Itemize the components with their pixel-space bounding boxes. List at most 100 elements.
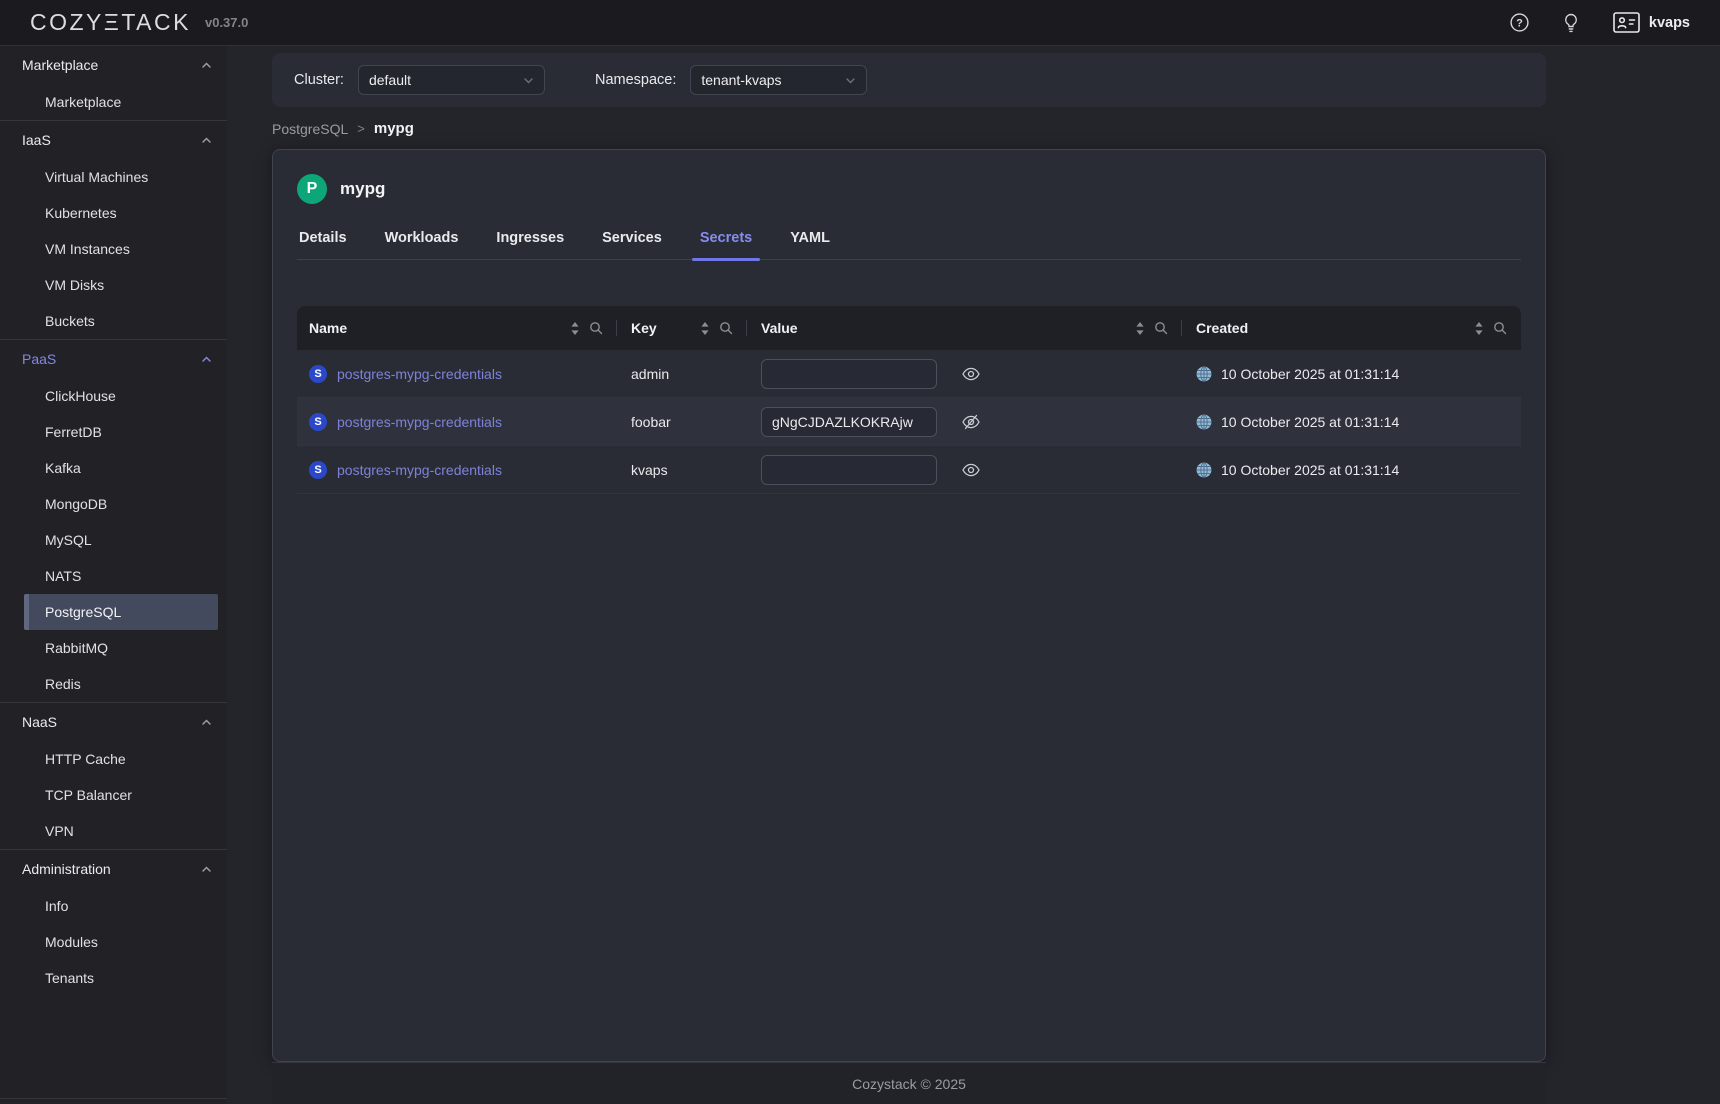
sidebar-section-iaas: IaaS Virtual Machines Kubernetes VM Inst… <box>0 120 227 339</box>
secret-badge-icon: S <box>309 461 327 479</box>
namespace-select[interactable]: tenant-kvaps <box>690 65 867 95</box>
sidebar-item-label: Tenants <box>45 970 94 986</box>
search-icon[interactable] <box>719 321 733 335</box>
tab-workloads[interactable]: Workloads <box>383 230 461 259</box>
sidebar-spacer <box>0 996 227 1098</box>
chevron-down-icon <box>845 75 856 86</box>
sidebar-item-label: FerretDB <box>45 424 102 440</box>
sidebar-item-label: MongoDB <box>45 496 107 512</box>
tab-ingresses[interactable]: Ingresses <box>494 230 566 259</box>
sidebar-section-marketplace: Marketplace Marketplace <box>0 46 227 120</box>
chevron-up-icon <box>201 135 212 146</box>
sidebar-item-postgresql[interactable]: PostgreSQL <box>24 594 218 630</box>
sort-icon[interactable] <box>570 321 580 336</box>
search-icon[interactable] <box>589 321 603 335</box>
sidebar-item-buckets[interactable]: Buckets <box>0 303 227 339</box>
sidebar-item-marketplace[interactable]: Marketplace <box>0 84 227 120</box>
column-label: Name <box>309 320 347 336</box>
sidebar-item-vm-instances[interactable]: VM Instances <box>0 231 227 267</box>
sidebar-item-modules[interactable]: Modules <box>0 924 227 960</box>
namespace-select-value: tenant-kvaps <box>701 72 781 88</box>
secret-link[interactable]: postgres-mypg-credentials <box>337 462 502 478</box>
secret-link[interactable]: postgres-mypg-credentials <box>337 414 502 430</box>
secret-value-cell <box>747 407 1182 437</box>
sidebar-item-label: Marketplace <box>45 94 121 110</box>
sidebar-header-paas[interactable]: PaaS <box>0 340 227 378</box>
secret-value-input[interactable] <box>761 407 937 437</box>
eye-icon <box>962 463 980 477</box>
sidebar-item-rabbitmq[interactable]: RabbitMQ <box>0 630 227 666</box>
sidebar-item-kafka[interactable]: Kafka <box>0 450 227 486</box>
sidebar-header-marketplace[interactable]: Marketplace <box>0 46 227 84</box>
resource-card: P mypg Details Workloads Ingresses Servi… <box>272 149 1546 1062</box>
secret-created-cell: 10 October 2025 at 01:31:14 <box>1182 366 1521 382</box>
column-header-created: Created <box>1182 306 1521 350</box>
sidebar-header-label: Marketplace <box>22 57 98 73</box>
sidebar-item-http-cache[interactable]: HTTP Cache <box>0 741 227 777</box>
sidebar-item-virtual-machines[interactable]: Virtual Machines <box>0 159 227 195</box>
cluster-label: Cluster: <box>294 72 344 88</box>
breadcrumb-separator: > <box>357 121 365 136</box>
sort-icon[interactable] <box>1135 321 1145 336</box>
globe-icon <box>1196 366 1212 382</box>
sidebar-item-mysql[interactable]: MySQL <box>0 522 227 558</box>
main-area: Cluster: default Namespace: tenant-kvaps… <box>227 46 1720 1104</box>
tab-details[interactable]: Details <box>297 230 349 259</box>
sidebar-item-ferretdb[interactable]: FerretDB <box>0 414 227 450</box>
secret-name-cell: S postgres-mypg-credentials <box>297 461 617 479</box>
id-badge-icon <box>1613 12 1640 33</box>
sidebar-item-label: Redis <box>45 676 81 692</box>
hint-button[interactable] <box>1563 13 1579 33</box>
globe-icon <box>1196 462 1212 478</box>
sidebar-item-tcp-balancer[interactable]: TCP Balancer <box>0 777 227 813</box>
breadcrumb-postgresql[interactable]: PostgreSQL <box>272 121 348 137</box>
topbar: COZYΞTACK v0.37.0 ? kvaps <box>0 0 1720 46</box>
secret-value-input[interactable] <box>761 455 937 485</box>
sort-icon[interactable] <box>1474 321 1484 336</box>
secret-link[interactable]: postgres-mypg-credentials <box>337 366 502 382</box>
sidebar-item-tenants[interactable]: Tenants <box>0 960 227 996</box>
sidebar-item-label: Virtual Machines <box>45 169 148 185</box>
search-icon[interactable] <box>1493 321 1507 335</box>
sidebar-item-vm-disks[interactable]: VM Disks <box>0 267 227 303</box>
sidebar-item-info[interactable]: Info <box>0 888 227 924</box>
user-menu[interactable]: kvaps <box>1613 12 1690 33</box>
sidebar-header-administration[interactable]: Administration <box>0 850 227 888</box>
sidebar-item-nats[interactable]: NATS <box>0 558 227 594</box>
sidebar-item-label: ClickHouse <box>45 388 116 404</box>
copyright-text: Cozystack © 2025 <box>852 1076 966 1092</box>
tab-yaml[interactable]: YAML <box>788 230 832 259</box>
sidebar-item-redis[interactable]: Redis <box>0 666 227 702</box>
cluster-select[interactable]: default <box>358 65 545 95</box>
sidebar-item-clickhouse[interactable]: ClickHouse <box>0 378 227 414</box>
svg-text:?: ? <box>1516 17 1523 29</box>
sidebar-item-kubernetes[interactable]: Kubernetes <box>0 195 227 231</box>
sidebar-header-label: NaaS <box>22 714 57 730</box>
user-name: kvaps <box>1649 15 1690 31</box>
chevron-down-icon <box>523 75 534 86</box>
help-button[interactable]: ? <box>1510 13 1529 32</box>
show-value-button[interactable] <box>962 367 980 381</box>
sidebar-header-naas[interactable]: NaaS <box>0 703 227 741</box>
sidebar-header-iaas[interactable]: IaaS <box>0 121 227 159</box>
created-timestamp: 10 October 2025 at 01:31:14 <box>1221 366 1399 382</box>
search-icon[interactable] <box>1154 321 1168 335</box>
secret-badge-icon: S <box>309 413 327 431</box>
secret-value-input[interactable] <box>761 359 937 389</box>
sidebar-item-label: Modules <box>45 934 98 950</box>
hide-value-button[interactable] <box>962 414 980 430</box>
sidebar-item-mongodb[interactable]: MongoDB <box>0 486 227 522</box>
secret-value-cell <box>747 359 1182 389</box>
secret-value-cell <box>747 455 1182 485</box>
sidebar-item-vpn[interactable]: VPN <box>0 813 227 849</box>
sort-icon[interactable] <box>700 321 710 336</box>
app-logo[interactable]: COZYΞTACK <box>30 9 191 36</box>
tab-secrets[interactable]: Secrets <box>698 230 754 259</box>
column-label: Created <box>1196 320 1248 336</box>
sidebar-item-label: Kubernetes <box>45 205 117 221</box>
sidebar-header-label: IaaS <box>22 132 51 148</box>
show-value-button[interactable] <box>962 463 980 477</box>
sidebar-section-administration: Administration Info Modules Tenants <box>0 849 227 996</box>
tab-services[interactable]: Services <box>600 230 664 259</box>
sidebar-item-label: MySQL <box>45 532 92 548</box>
